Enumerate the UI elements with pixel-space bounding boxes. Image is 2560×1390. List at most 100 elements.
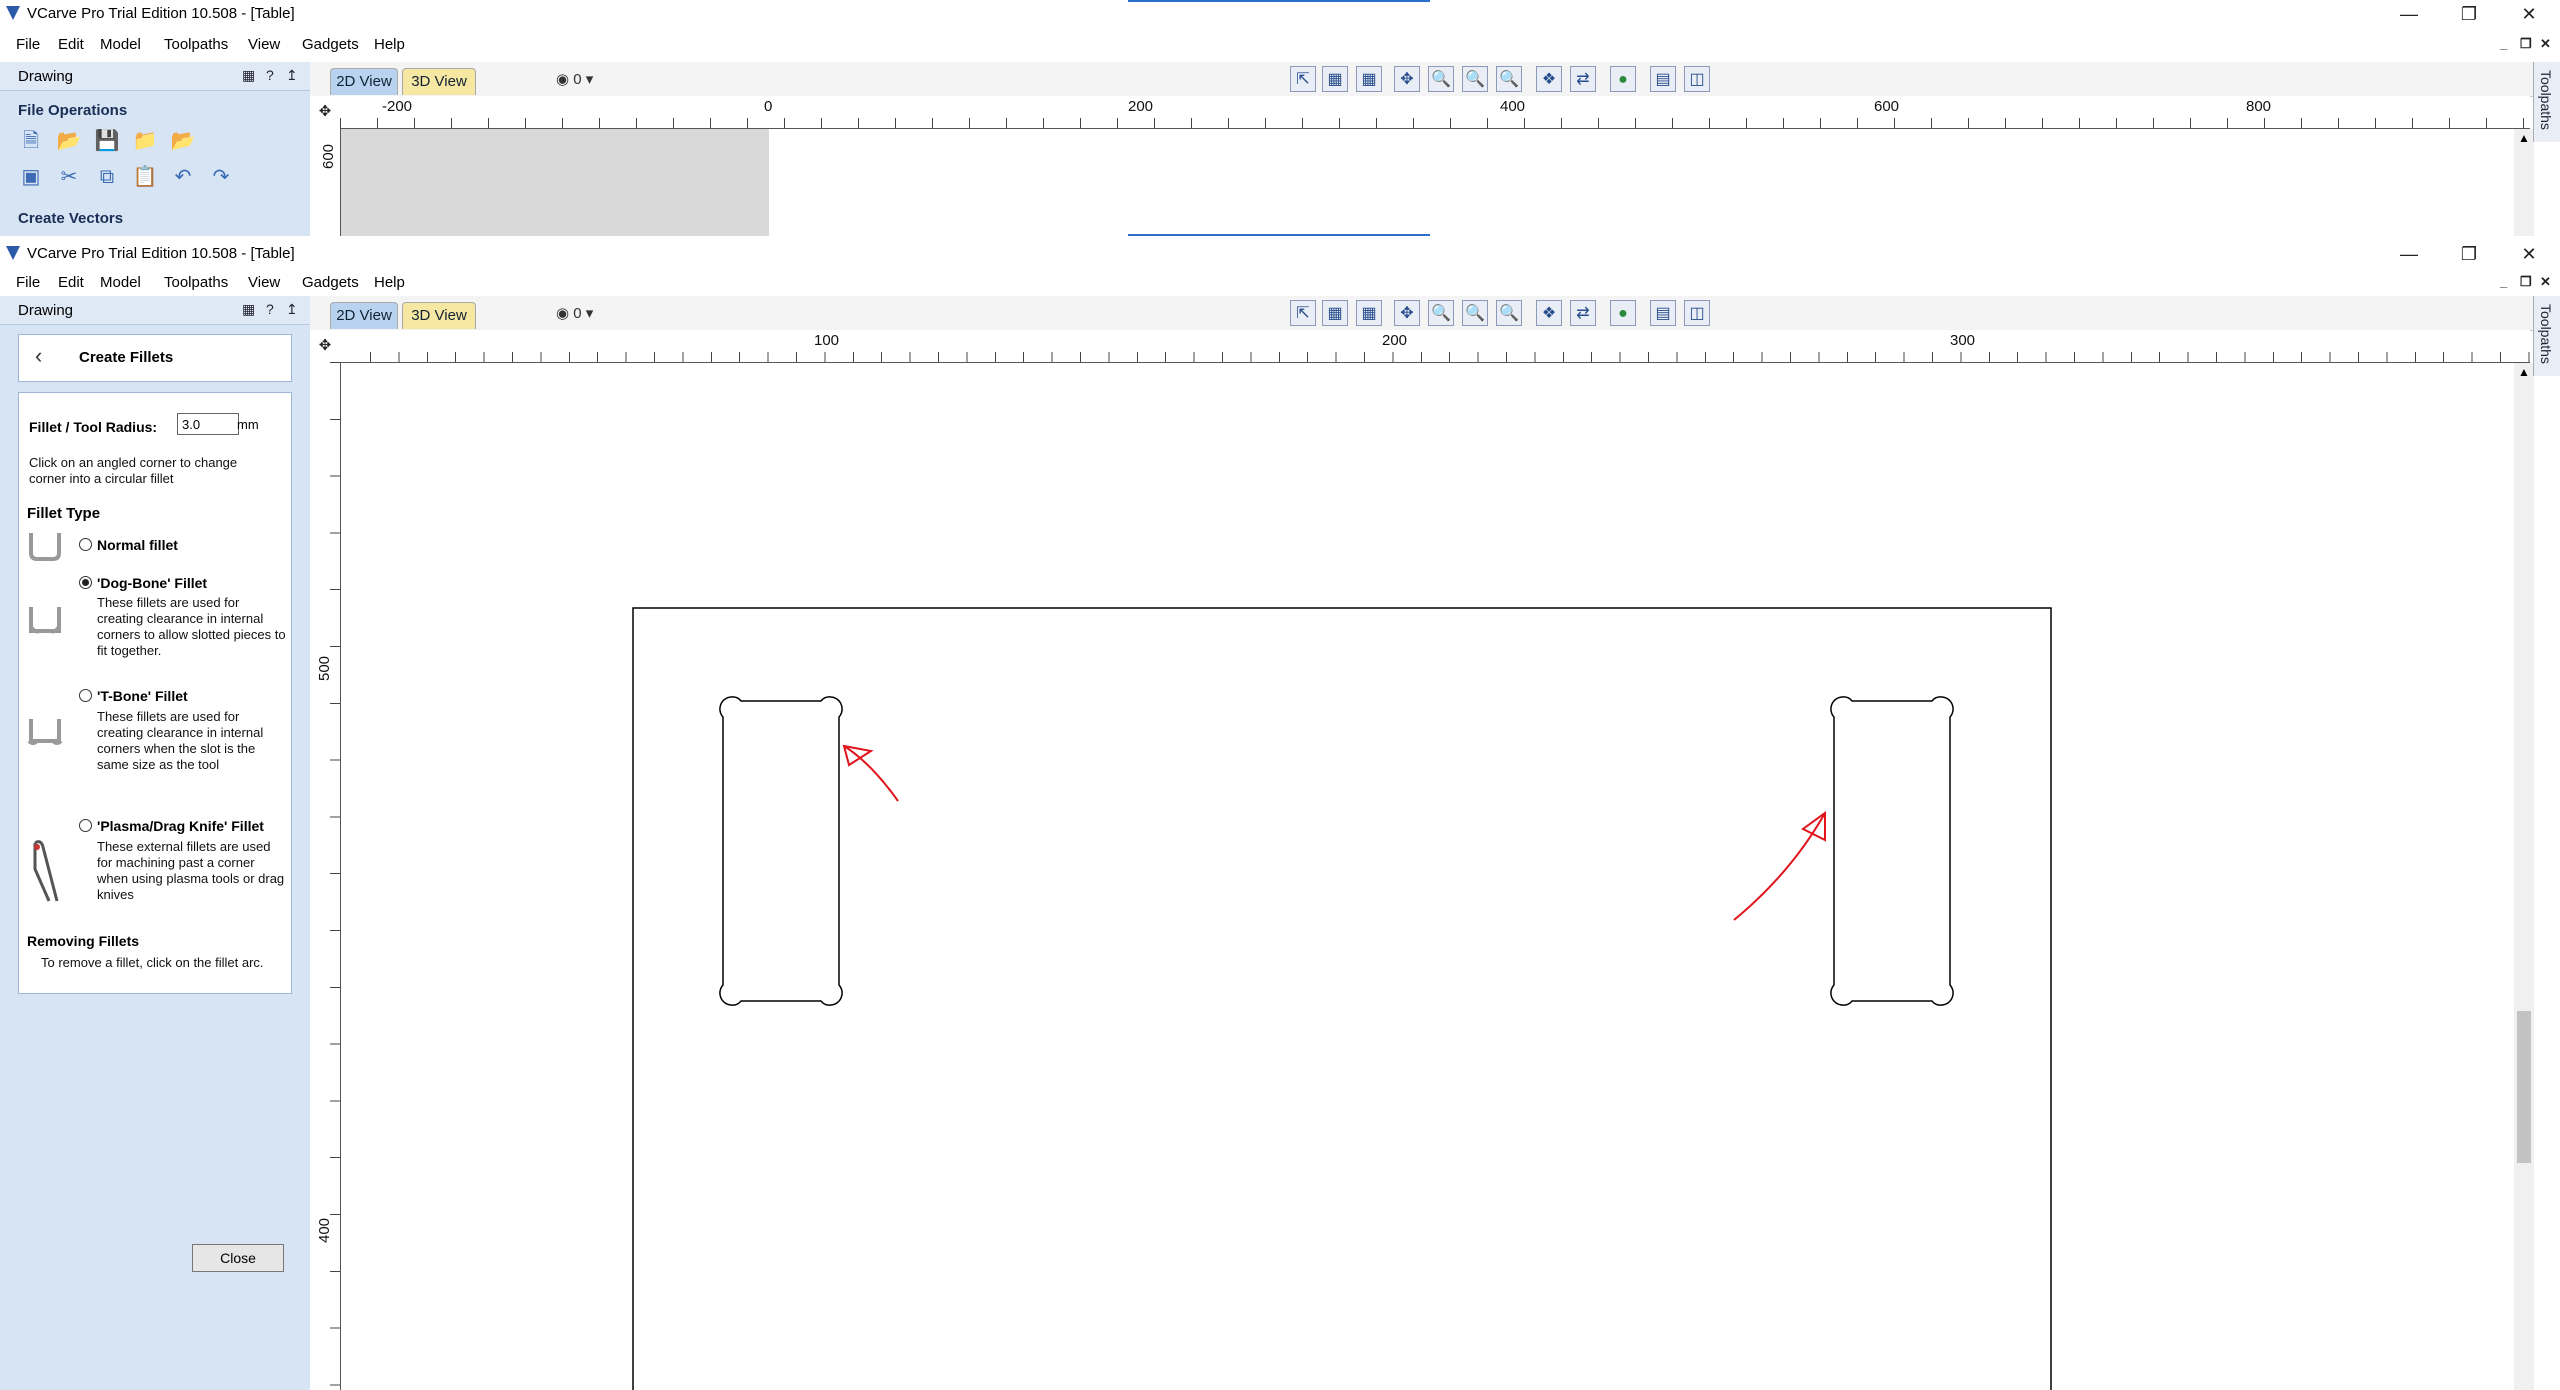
menu-toolpaths[interactable]: Toolpaths [164,36,228,53]
close-icon[interactable]: ✕ [2500,0,2558,28]
scrollbar-thumb[interactable] [2517,1011,2531,1163]
slot-left[interactable] [719,696,843,1006]
toolpaths-side-tab[interactable]: Toolpaths [2533,296,2560,376]
mdi-restore-icon[interactable]: ❐ [2520,274,2532,290]
split-vertical-icon[interactable]: ◫ [1684,300,1710,326]
zoom-box-icon[interactable]: 🔍 [1496,300,1522,326]
menu-edit[interactable]: Edit [58,274,84,291]
shading-icon[interactable]: ● [1610,66,1636,92]
plasma-fillet-radio[interactable] [79,819,92,832]
folder-icon[interactable]: 📁 [132,128,158,154]
vertical-scrollbar[interactable]: ▲ [2514,129,2534,236]
close-button[interactable]: Close [192,1244,284,1272]
help-icon[interactable]: ? [266,301,274,317]
toolpaths-side-tab[interactable]: Toolpaths [2533,62,2560,142]
zoom-box-icon[interactable]: 🔍 [1496,66,1522,92]
mdi-restore-icon[interactable]: ❐ [2520,36,2532,52]
sidebar-layout-icon[interactable]: ▦ [242,301,255,318]
zoom-extents-icon[interactable]: 🔍 [1462,300,1488,326]
job-setup-icon[interactable]: ▣ [18,164,44,190]
mdi-minimize-icon[interactable]: _ [2500,36,2507,51]
back-arrow-icon[interactable]: ‹ [35,343,42,369]
normal-fillet-label: Normal fillet [97,537,178,553]
measure-icon[interactable]: ⇄ [1570,300,1596,326]
pan-icon[interactable]: ✥ [1394,66,1420,92]
mdi-close-icon[interactable]: ✕ [2540,36,2551,52]
ruler-origin-icon[interactable]: ✥ [310,96,341,129]
vertical-scrollbar[interactable]: ▲ [2514,363,2534,1390]
dog-bone-fillet-radio[interactable] [79,576,92,589]
ruler-label: 200 [1382,332,1408,349]
pin-icon[interactable]: ↥ [286,301,298,318]
zoom-icon[interactable]: 🔍 [1428,66,1454,92]
menu-gadgets[interactable]: Gadgets [302,36,359,53]
menu-edit[interactable]: Edit [58,36,84,53]
zoom-selection-icon[interactable]: ⇱ [1290,300,1316,326]
split-horizontal-icon[interactable]: ▤ [1650,300,1676,326]
split-horizontal-icon[interactable]: ▤ [1650,66,1676,92]
pan-icon[interactable]: ✥ [1394,300,1420,326]
tab-2d-view[interactable]: 2D View [330,68,398,95]
minimize-icon[interactable]: — [2380,240,2438,268]
copy-icon[interactable]: ⧉ [94,164,120,190]
mdi-close-icon[interactable]: ✕ [2540,274,2551,290]
t-bone-fillet-radio[interactable] [79,689,92,702]
tab-3d-view[interactable]: 3D View [402,68,476,95]
restore-icon[interactable]: ❐ [2440,0,2498,28]
ruler-origin-icon[interactable]: ✥ [310,330,341,363]
import-icon[interactable]: 📂 [170,128,196,154]
fillet-type-title: Fillet Type [27,505,101,522]
snap-icon[interactable]: ❖ [1536,66,1562,92]
grid-icon[interactable]: ▦ [1356,66,1382,92]
grid-icon[interactable]: ▦ [1356,300,1382,326]
restore-icon[interactable]: ❐ [2440,240,2498,268]
zoom-icon[interactable]: 🔍 [1428,300,1454,326]
scroll-up-icon[interactable]: ▲ [2518,131,2530,145]
pin-icon[interactable]: ↥ [286,67,298,84]
tab-2d-view[interactable]: 2D View [330,302,398,329]
save-icon[interactable]: 💾 [94,128,120,154]
menu-file[interactable]: File [16,36,40,53]
paste-icon[interactable]: 📋 [132,164,158,190]
menu-model[interactable]: Model [100,36,141,53]
redo-icon[interactable]: ↷ [208,164,234,190]
menu-file[interactable]: File [16,274,40,291]
layer-value: 0 [573,71,582,88]
snap-icon[interactable]: ❖ [1536,300,1562,326]
scroll-up-icon[interactable]: ▲ [2518,365,2530,379]
menu-help[interactable]: Help [374,274,405,291]
menu-toolpaths[interactable]: Toolpaths [164,274,228,291]
menu-gadgets[interactable]: Gadgets [302,274,359,291]
shading-icon[interactable]: ● [1610,300,1636,326]
help-icon[interactable]: ? [266,67,274,83]
split-vertical-icon[interactable]: ◫ [1684,66,1710,92]
sidebar-header: Drawing ▦ ? ↥ [0,62,310,91]
zoom-extents-icon[interactable]: 🔍 [1462,66,1488,92]
drawing-canvas[interactable] [341,129,2511,236]
menu-view[interactable]: View [248,36,280,53]
layer-selector[interactable]: ◉ 0 ▾ [556,304,593,322]
new-file-icon[interactable]: 🗎 [18,128,44,154]
menu-view[interactable]: View [248,274,280,291]
layer-selector[interactable]: ◉ 0 ▾ [556,70,593,88]
ruler-label: 400 [1500,98,1526,115]
tab-3d-view[interactable]: 3D View [402,302,476,329]
slot-right[interactable] [1830,696,1954,1006]
menu-model[interactable]: Model [100,274,141,291]
sidebar-layout-icon[interactable]: ▦ [242,67,255,84]
menu-help[interactable]: Help [374,36,405,53]
table-outline[interactable] [632,607,2052,1390]
snap-grid-icon[interactable]: ▦ [1322,300,1348,326]
mdi-minimize-icon[interactable]: _ [2500,274,2507,289]
drawing-canvas[interactable] [341,363,2511,1390]
open-folder-icon[interactable]: 📂 [56,128,82,154]
radius-input[interactable] [177,413,239,435]
undo-icon[interactable]: ↶ [170,164,196,190]
zoom-selection-icon[interactable]: ⇱ [1290,66,1316,92]
minimize-icon[interactable]: — [2380,0,2438,28]
close-icon[interactable]: ✕ [2500,240,2558,268]
cut-icon[interactable]: ✂ [56,164,82,190]
normal-fillet-radio[interactable] [79,538,92,551]
snap-grid-icon[interactable]: ▦ [1322,66,1348,92]
measure-icon[interactable]: ⇄ [1570,66,1596,92]
